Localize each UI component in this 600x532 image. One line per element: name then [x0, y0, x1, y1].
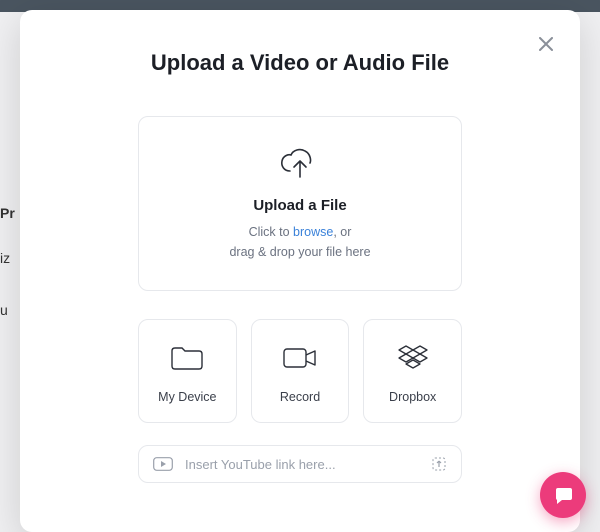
youtube-link-input[interactable]	[185, 457, 419, 472]
my-device-card[interactable]: My Device	[138, 319, 237, 423]
hint-text: Click to	[249, 225, 293, 239]
close-icon	[539, 37, 553, 51]
upload-modal: Upload a Video or Audio File Upload a Fi…	[20, 10, 580, 532]
chat-fab[interactable]	[540, 472, 586, 518]
dropbox-card[interactable]: Dropbox	[363, 319, 462, 423]
upload-dropzone[interactable]: Upload a File Click to browse, or drag &…	[138, 116, 462, 291]
card-label: My Device	[158, 390, 216, 404]
folder-icon	[170, 340, 204, 376]
video-camera-icon	[282, 340, 318, 376]
record-card[interactable]: Record	[251, 319, 350, 423]
youtube-link-row	[138, 445, 462, 483]
hint-text: drag & drop your file here	[229, 245, 370, 259]
dropbox-icon	[397, 340, 429, 376]
bg-fragment: u	[0, 302, 8, 318]
card-label: Record	[280, 390, 320, 404]
chat-icon	[552, 484, 574, 506]
submit-icon[interactable]	[431, 456, 447, 472]
youtube-play-icon	[153, 457, 173, 471]
dropzone-hint: Click to browse, or drag & drop your fil…	[159, 222, 441, 262]
modal-title: Upload a Video or Audio File	[48, 50, 552, 76]
bg-fragment: Pr	[0, 205, 15, 221]
source-cards: My Device Record Dropbox	[138, 319, 462, 423]
close-button[interactable]	[532, 30, 560, 58]
hint-text: , or	[333, 225, 351, 239]
bg-fragment: iz	[0, 250, 10, 266]
dropzone-heading: Upload a File	[159, 197, 441, 214]
card-label: Dropbox	[389, 390, 436, 404]
upload-cloud-icon	[159, 147, 441, 181]
browse-link[interactable]: browse	[293, 225, 333, 239]
